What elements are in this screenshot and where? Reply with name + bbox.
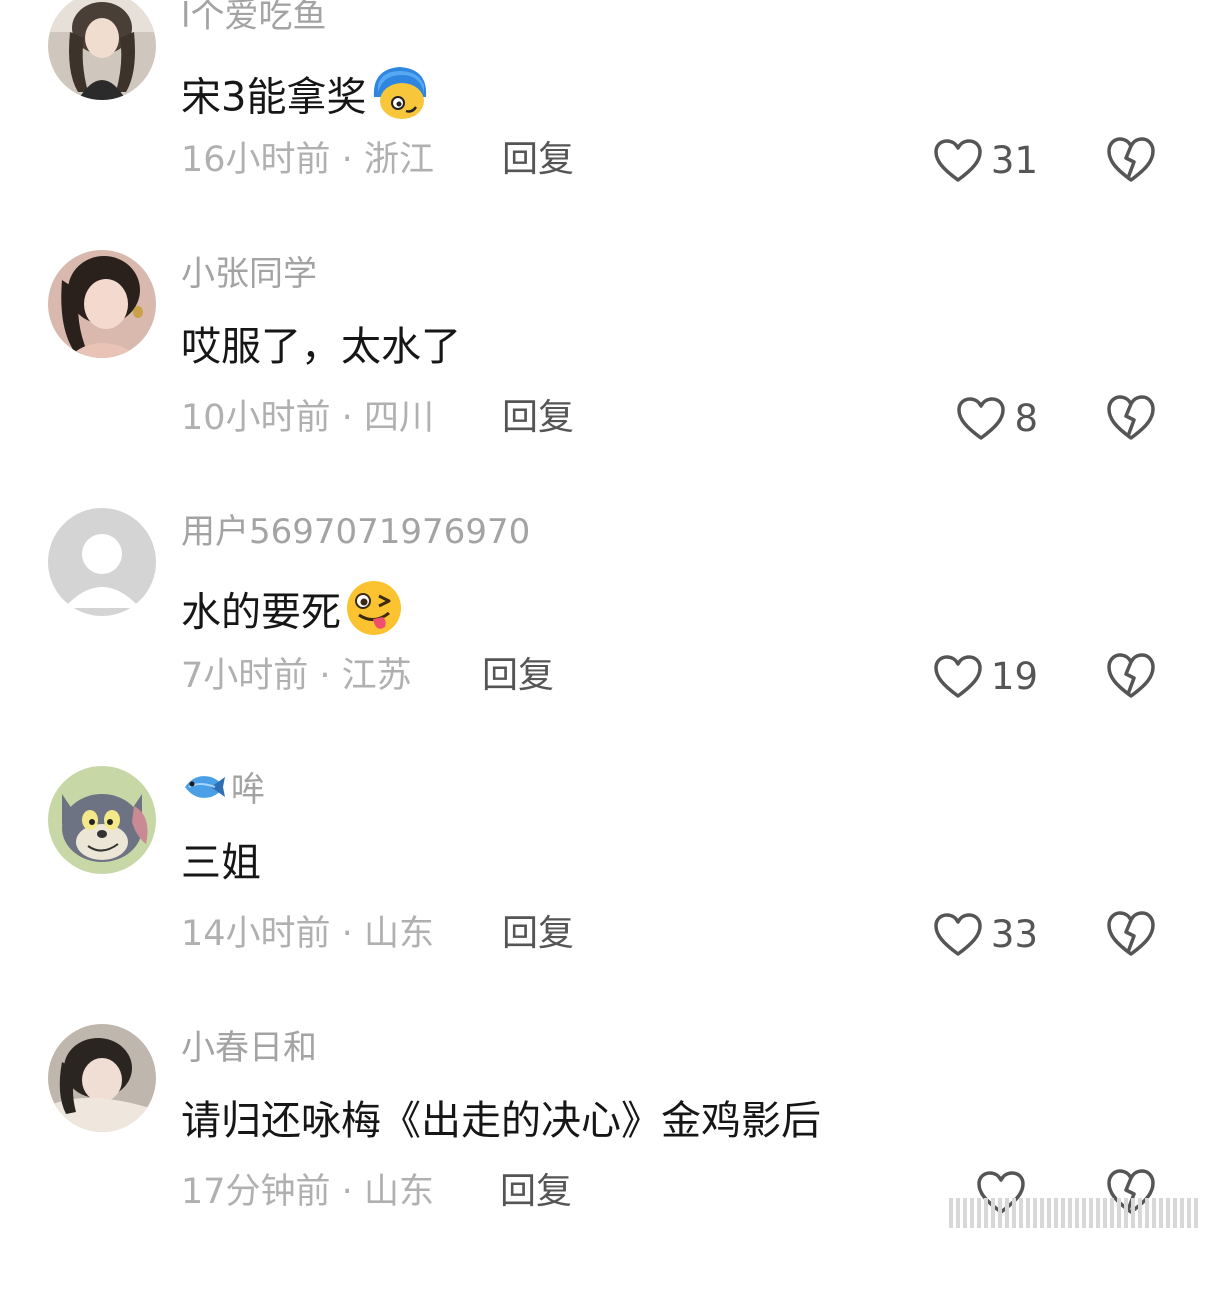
heart-outline-icon <box>934 139 982 182</box>
comment-text: 宋3能拿奖 <box>181 63 432 136</box>
reply-button[interactable]: 回复 <box>502 912 574 956</box>
like-button[interactable]: 8 <box>956 394 1038 444</box>
avatar[interactable] <box>48 766 156 874</box>
comment-meta: 10小时前 · 四川 <box>181 396 434 440</box>
comment-item: 哞 三姐 14小时前 · 山东 回复 33 <box>0 766 1206 1032</box>
avatar[interactable] <box>48 1024 156 1132</box>
comment-username[interactable]: 哞 <box>181 768 265 814</box>
dislike-button[interactable] <box>1106 652 1156 700</box>
broken-heart-icon <box>1107 653 1155 698</box>
comment-meta: 16小时前 · 浙江 <box>181 138 434 182</box>
winking-tongue-face-emoji-icon <box>343 579 405 650</box>
fish-icon <box>181 770 227 814</box>
comment-item: 小春日和 请归还咏梅《出走的决心》金鸡影后 17分钟前 · 山东 回复 <box>0 1024 1206 1290</box>
like-button[interactable]: 19 <box>933 652 1038 702</box>
comment-text: 水的要死 <box>181 579 405 650</box>
reply-button[interactable]: 回复 <box>502 138 574 182</box>
like-count: 33 <box>990 913 1038 956</box>
broken-heart-icon <box>1107 137 1155 182</box>
comment-meta: 17分钟前 · 山东 <box>181 1170 434 1214</box>
like-button[interactable]: 33 <box>933 910 1038 960</box>
meta-separator: · <box>330 914 364 954</box>
comment-item: 小张同学 哎服了，太水了 10小时前 · 四川 回复 8 <box>0 250 1206 516</box>
comment-location: 山东 <box>363 1172 434 1212</box>
comment-item: 用户5697071976970 水的要死 7小时前 · 江苏 回复 19 <box>0 508 1206 774</box>
comment-text-body: 哎服了，太水了 <box>181 324 461 370</box>
comment-item: l个爱吃鱼 宋3能拿奖 16小时前 · 浙江 回复 31 <box>0 0 1206 258</box>
comment-time: 10小时前 <box>181 398 331 438</box>
avatar[interactable] <box>48 508 156 616</box>
comment-username[interactable]: 用户5697071976970 <box>181 510 530 554</box>
dislike-button[interactable] <box>1106 394 1156 442</box>
reply-button[interactable]: 回复 <box>502 396 574 440</box>
avatar[interactable] <box>48 0 156 100</box>
meta-separator: · <box>308 656 342 696</box>
comment-text: 哎服了，太水了 <box>181 321 461 373</box>
meta-separator: · <box>330 1172 364 1212</box>
comment-username[interactable]: 小张同学 <box>181 252 317 296</box>
comment-time: 7小时前 <box>181 656 309 696</box>
comment-text-body: 宋3能拿奖 <box>181 74 367 121</box>
like-count: 31 <box>990 139 1038 182</box>
comment-username[interactable]: 小春日和 <box>181 1026 317 1070</box>
broken-heart-icon <box>1107 395 1155 440</box>
dislike-button[interactable] <box>1106 910 1156 958</box>
comment-location: 四川 <box>363 398 434 438</box>
comment-text: 三姐 <box>181 837 261 889</box>
username-text: 哞 <box>231 770 265 810</box>
comment-time: 16小时前 <box>181 140 331 180</box>
avatar[interactable] <box>48 250 156 358</box>
comment-username[interactable]: l个爱吃鱼 <box>181 0 326 38</box>
comment-meta: 7小时前 · 江苏 <box>181 654 412 698</box>
meta-separator: · <box>330 398 364 438</box>
meta-separator: · <box>330 140 364 180</box>
watermark <box>949 1198 1198 1228</box>
comment-location: 江苏 <box>341 656 412 696</box>
comment-location: 山东 <box>363 914 434 954</box>
like-button[interactable]: 31 <box>933 136 1038 186</box>
comment-time: 17分钟前 <box>181 1172 331 1212</box>
comment-text-body: 三姐 <box>181 840 261 886</box>
reply-button[interactable]: 回复 <box>500 1170 572 1214</box>
comment-text: 请归还咏梅《出走的决心》金鸡影后 <box>181 1095 821 1147</box>
comment-meta: 14小时前 · 山东 <box>181 912 434 956</box>
heart-outline-icon <box>934 913 982 956</box>
dislike-button[interactable] <box>1106 136 1156 184</box>
comment-location: 浙江 <box>363 140 434 180</box>
comment-time: 14小时前 <box>181 914 331 954</box>
comment-text-body: 请归还咏梅《出走的决心》金鸡影后 <box>181 1098 821 1144</box>
like-count: 8 <box>1014 397 1038 440</box>
comment-text-body: 水的要死 <box>181 589 341 636</box>
heart-outline-icon <box>934 655 982 698</box>
blue-haired-face-emoji-icon <box>368 63 432 136</box>
heart-outline-icon <box>957 397 1006 440</box>
like-count: 19 <box>990 655 1038 698</box>
broken-heart-icon <box>1107 911 1155 956</box>
reply-button[interactable]: 回复 <box>482 654 554 698</box>
